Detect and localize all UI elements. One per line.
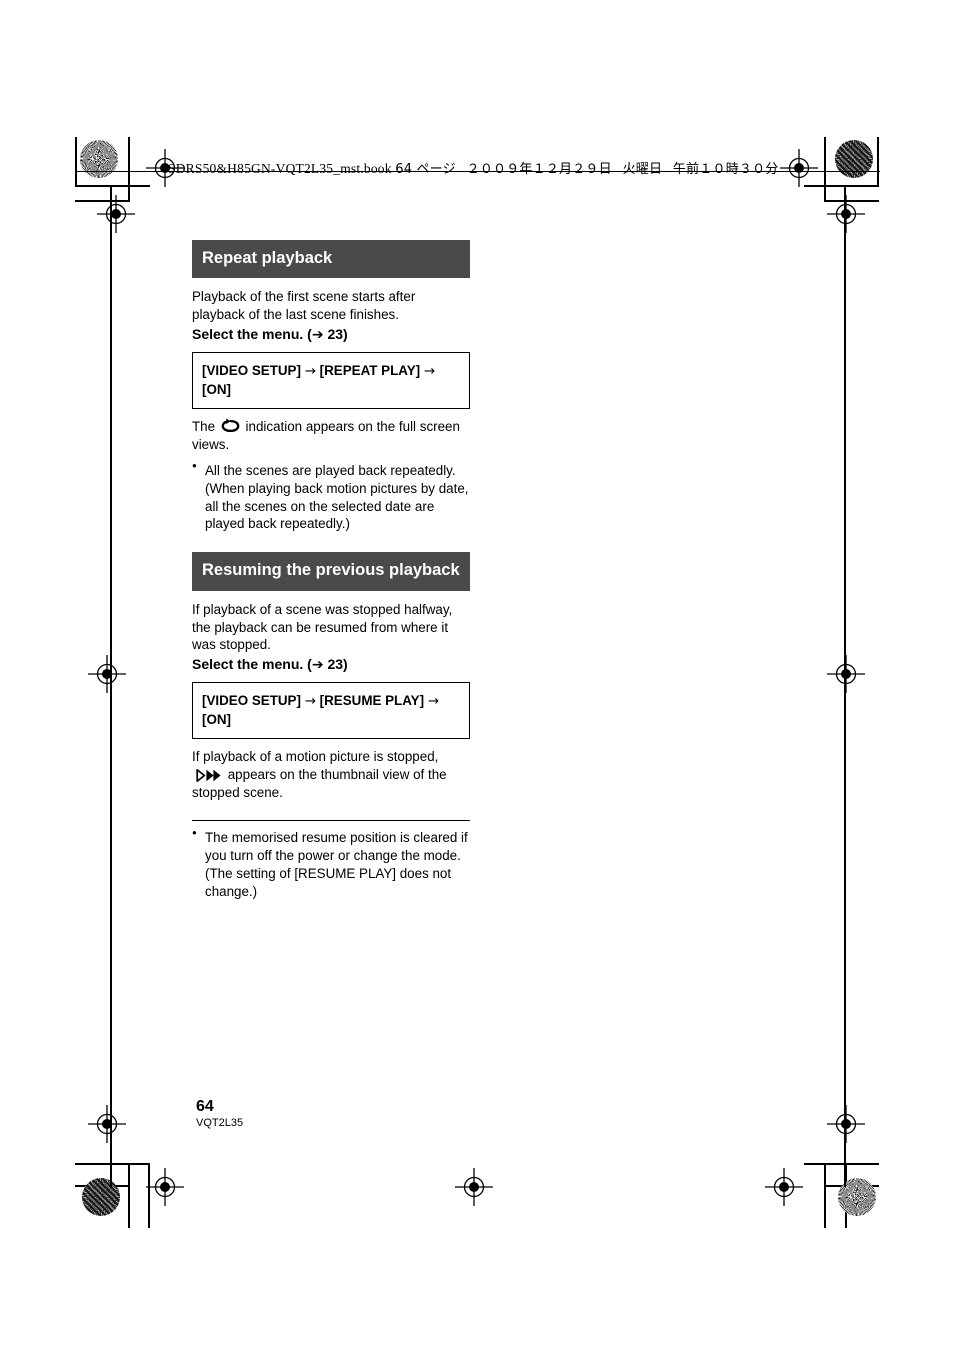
select-menu-instruction-repeat: Select the menu. (➔ 23) xyxy=(192,326,470,343)
list-item: All the scenes are played back repeatedl… xyxy=(192,461,470,534)
registration-target xyxy=(827,655,865,693)
page-frame-rule xyxy=(844,187,846,1187)
registration-target xyxy=(765,1168,803,1206)
select-menu-text: Select the menu. ( xyxy=(192,325,312,342)
registration-target xyxy=(780,149,818,187)
arrow-right-icon: ➔ xyxy=(311,326,324,343)
registration-target xyxy=(827,195,865,233)
page-footer: 64 VQT2L35 xyxy=(196,1098,243,1130)
crop-mark-line xyxy=(75,185,150,187)
list-item: The memorised resume position is cleared… xyxy=(192,828,470,901)
note-text-before-icon: The xyxy=(192,418,216,434)
menu-item-video-setup: [VIDEO SETUP] xyxy=(202,692,301,708)
crop-mark-line xyxy=(75,1163,150,1165)
section-heading-resuming-previous-playback: Resuming the previous playback xyxy=(192,552,470,591)
page-frame-rule xyxy=(110,187,112,1187)
header-date: ２００９年１２月２９日 xyxy=(466,162,612,177)
menu-path-box-repeat-play: [VIDEO SETUP] → [REPEAT PLAY] → [ON] xyxy=(192,351,470,409)
registration-target xyxy=(88,655,126,693)
header-time: 午前１０時３０分 xyxy=(672,162,779,177)
registration-target xyxy=(146,1168,184,1206)
select-menu-page-ref: 23) xyxy=(327,655,348,672)
crop-mark-line xyxy=(824,1163,826,1228)
document-header: SDRS50&H85GN-VQT2L35_mst.book 64 ページ ２００… xyxy=(168,158,779,177)
resume-indication-note: If playback of a motion picture is stopp… xyxy=(192,748,470,802)
menu-item-repeat-play: [REPEAT PLAY] xyxy=(319,362,421,378)
arrow-right-icon: → xyxy=(304,693,316,709)
registration-target xyxy=(88,1105,126,1143)
section-intro-repeat-playback: Playback of the first scene starts after… xyxy=(192,289,416,323)
header-weekday: 火曜日 xyxy=(622,162,663,177)
manual-page: SDRS50&H85GN-VQT2L35_mst.book 64 ページ ２００… xyxy=(0,0,954,1348)
select-menu-text: Select the menu. ( xyxy=(192,655,312,672)
arrow-right-icon: → xyxy=(304,363,316,379)
document-code: VQT2L35 xyxy=(196,1116,244,1129)
select-menu-instruction-resume: Select the menu. (➔ 23) xyxy=(192,656,470,673)
crop-mark-line xyxy=(877,137,879,187)
crop-mark-line xyxy=(804,1163,879,1165)
registration-target xyxy=(827,1105,865,1143)
header-filename: SDRS50&H85GN-VQT2L35_mst.book xyxy=(168,161,392,176)
menu-item-video-setup: [VIDEO SETUP] xyxy=(202,362,301,378)
crop-mark-line xyxy=(128,1163,130,1228)
crop-mark-line xyxy=(75,137,77,187)
resume-playback-bullets: The memorised resume position is cleared… xyxy=(192,828,470,901)
header-page-label: 64 ページ xyxy=(395,162,456,177)
note-text-before-icon: If playback of a motion picture is stopp… xyxy=(192,748,439,764)
select-menu-page-ref: 23) xyxy=(327,325,348,342)
arrow-right-icon: → xyxy=(427,693,440,709)
repeat-playback-bullets: All the scenes are played back repeatedl… xyxy=(192,461,470,534)
content-column: Repeat playback Playback of the first sc… xyxy=(192,240,470,901)
crop-mark-line xyxy=(128,137,130,202)
repeat-indication-note: The indication appears on the full scree… xyxy=(192,418,470,454)
note-text-after-icon: appears on the thumbnail view of the sto… xyxy=(192,766,447,800)
menu-path-box-resume-play: [VIDEO SETUP] → [RESUME PLAY] → [ON] xyxy=(192,681,470,739)
arrow-right-icon: ➔ xyxy=(311,656,324,673)
menu-item-resume-play: [RESUME PLAY] xyxy=(319,692,425,708)
section-heading-repeat-playback: Repeat playback xyxy=(192,240,470,279)
page-number: 64 xyxy=(196,1098,214,1115)
arrow-right-icon: → xyxy=(423,363,436,379)
resume-play-icon xyxy=(196,768,221,782)
repeat-loop-icon xyxy=(221,418,240,432)
menu-item-on: [ON] xyxy=(202,381,232,397)
section-intro-resuming-playback: If playback of a scene was stopped halfw… xyxy=(192,601,453,653)
menu-item-on: [ON] xyxy=(202,711,232,727)
registration-target xyxy=(97,195,135,233)
registration-starburst xyxy=(82,1178,120,1216)
crop-mark-line xyxy=(824,137,826,202)
section-divider xyxy=(192,819,470,821)
registration-target xyxy=(455,1168,493,1206)
